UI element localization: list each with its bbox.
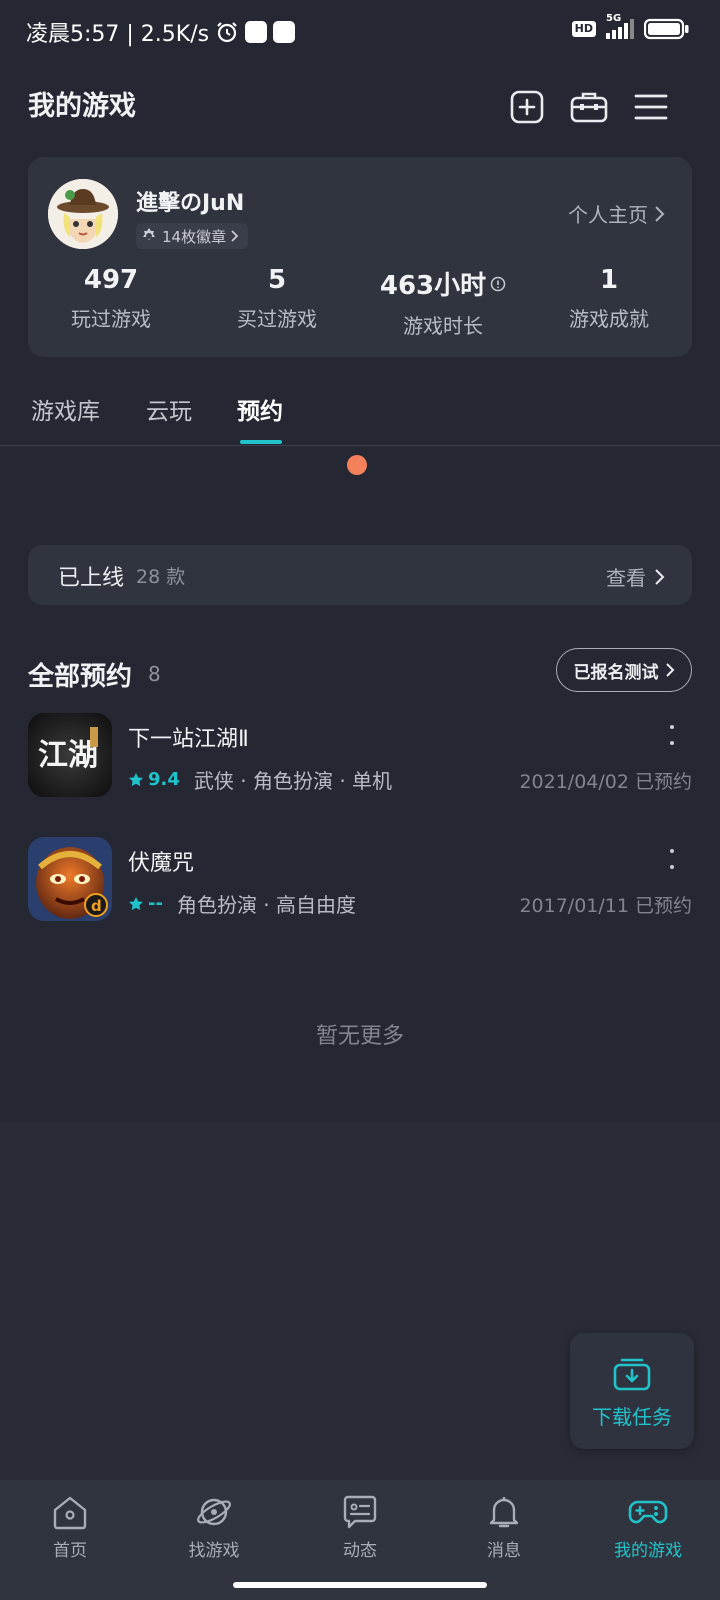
chevron-right-icon [231, 230, 239, 242]
add-square-icon[interactable] [508, 88, 546, 126]
download-tasks-button[interactable]: 下载任务 [570, 1333, 694, 1449]
home-indicator[interactable] [233, 1582, 487, 1588]
notification-dot [347, 455, 367, 475]
nav-label: 找游戏 [188, 1541, 240, 1561]
stat-value: 1 [599, 265, 619, 295]
chevron-right-icon [665, 663, 674, 677]
download-tasks-label: 下载任务 [592, 1404, 672, 1429]
star-icon [129, 772, 143, 786]
game-name: 下一站江湖Ⅱ [128, 727, 249, 752]
online-count: 28 款 [136, 566, 186, 588]
stat-purchased[interactable]: 5 买过游戏 [194, 265, 360, 345]
hd-badge: HD [571, 21, 596, 37]
nav-label: 消息 [487, 1541, 521, 1561]
game-icon[interactable]: d [28, 837, 112, 921]
profile-card[interactable]: 進擊のJuN 14枚徽章 个人主页 497 玩过游戏 5 买过游戏 463小时 … [28, 157, 692, 357]
game-name: 伏魔咒 [128, 851, 195, 876]
online-title: 已上线 [58, 566, 125, 591]
game-icon-text: 江湖 [38, 738, 98, 773]
view-label: 查看 [606, 566, 646, 590]
list-item[interactable]: d 伏魔咒 -- 角色扮演 · 高自由度 2017/01/11 已预约 [28, 837, 692, 921]
reservation-date: 2017/01/11 已预约 [519, 895, 692, 917]
avatar[interactable] [48, 179, 118, 249]
game-tags: 角色扮演 · 高自由度 [176, 893, 357, 917]
stat-achievements[interactable]: 1 游戏成就 [526, 265, 692, 345]
profile-stats: 497 玩过游戏 5 买过游戏 463小时 游戏时长 1 游戏成就 [28, 265, 692, 345]
tab-bar: 游戏库 云玩 预约 [0, 386, 720, 446]
toolbox-icon[interactable] [570, 88, 608, 126]
rating-value: -- [148, 893, 163, 914]
feed-icon [343, 1495, 377, 1529]
medal-icon [143, 228, 155, 240]
chevron-right-icon [655, 568, 665, 585]
registered-tests-button[interactable]: 已报名测试 [556, 648, 692, 692]
tab-cloud-play[interactable]: 云玩 [146, 392, 192, 426]
homepage-link[interactable]: 个人主页 [568, 199, 666, 228]
status-left: 凌晨5:57 | 2.5K/s [26, 16, 296, 48]
home-icon [53, 1496, 87, 1530]
no-more-text: 暂无更多 [315, 1024, 404, 1049]
stat-value: 5 [267, 265, 287, 295]
nav-find-games[interactable]: 找游戏 [154, 1494, 274, 1561]
network-type-label: 5G [606, 13, 622, 24]
bell-icon [489, 1497, 519, 1528]
status-time-speed: 凌晨5:57 | 2.5K/s [26, 22, 210, 47]
signal-icon: 5G [606, 13, 634, 39]
online-games-bar[interactable]: 已上线 28 款 查看 [28, 545, 692, 605]
svg-text:d: d [91, 897, 102, 915]
gamepad-icon [628, 1500, 668, 1524]
badges-label: 14枚徽章 [162, 227, 227, 246]
stat-label: 玩过游戏 [71, 307, 151, 331]
rating-value: 9.4 [148, 769, 180, 790]
nav-my-games[interactable]: 我的游戏 [588, 1494, 708, 1561]
nav-messages[interactable]: 消息 [444, 1494, 564, 1561]
more-options-icon[interactable] [660, 845, 684, 873]
game-tags: 武侠 · 角色扮演 · 单机 [193, 769, 393, 793]
chevron-right-icon [655, 205, 665, 222]
reservation-date: 2021/04/02 已预约 [519, 771, 692, 793]
nav-label: 首页 [53, 1541, 87, 1561]
stat-playtime[interactable]: 463小时 游戏时长 [360, 265, 526, 345]
battery-icon [644, 18, 689, 40]
nav-feed[interactable]: 动态 [300, 1494, 420, 1561]
tab-reservations[interactable]: 预约 [237, 392, 283, 426]
notification-icon [245, 21, 268, 43]
active-tab-indicator [240, 440, 282, 444]
list-item[interactable]: 江湖 下一站江湖Ⅱ 9.4 武侠 · 角色扮演 · 单机 2021/04/02 … [28, 713, 692, 797]
game-meta: 9.4 武侠 · 角色扮演 · 单机 [128, 765, 392, 794]
info-icon[interactable] [490, 276, 506, 292]
star-icon [129, 896, 143, 910]
page-title: 我的游戏 [28, 91, 136, 122]
stat-value: 497 [83, 265, 139, 295]
stat-label: 游戏成就 [569, 307, 649, 331]
nav-label: 动态 [343, 1541, 377, 1561]
homepage-label: 个人主页 [568, 203, 648, 227]
game-rating: -- [128, 893, 163, 914]
menu-icon[interactable] [632, 88, 670, 126]
status-right: HD 5G [571, 13, 690, 40]
download-tray-icon [613, 1358, 651, 1390]
nav-home[interactable]: 首页 [10, 1494, 130, 1561]
game-rating: 9.4 [128, 769, 180, 790]
registered-tests-label: 已报名测试 [573, 662, 659, 683]
badges-pill[interactable]: 14枚徽章 [136, 223, 249, 249]
nav-label: 我的游戏 [614, 1541, 682, 1561]
section-title: 全部预约 [28, 662, 133, 692]
stat-label: 买过游戏 [237, 307, 317, 331]
stat-value: 463小时 [379, 271, 487, 301]
status-bar: 凌晨5:57 | 2.5K/s HD 5G [0, 0, 720, 62]
game-icon[interactable]: 江湖 [28, 713, 112, 797]
stat-played[interactable]: 497 玩过游戏 [28, 265, 194, 345]
tab-game-library[interactable]: 游戏库 [31, 392, 100, 426]
planet-icon [197, 1498, 231, 1526]
section-count: 8 [148, 662, 161, 686]
view-link[interactable]: 查看 [606, 562, 666, 591]
notification-icon [273, 21, 296, 43]
username: 進擊のJuN [136, 191, 245, 216]
stat-label: 游戏时长 [403, 314, 483, 338]
alarm-icon [217, 22, 237, 43]
more-options-icon[interactable] [660, 721, 684, 749]
game-meta: -- 角色扮演 · 高自由度 [128, 889, 356, 918]
